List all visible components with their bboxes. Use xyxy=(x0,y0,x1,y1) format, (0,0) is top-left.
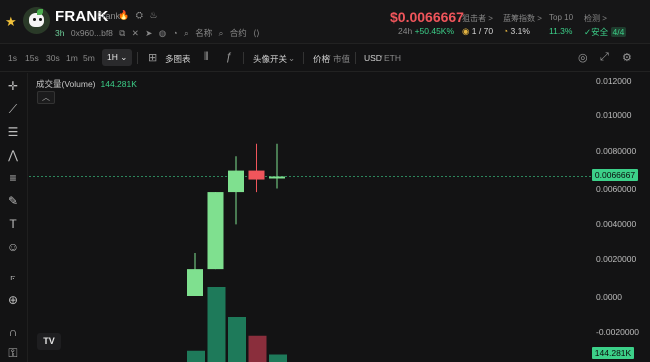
stat-top10-label: Top 10 xyxy=(549,13,574,22)
change-period: 24h xyxy=(398,26,413,36)
volume-bar xyxy=(207,287,226,362)
volume-bar xyxy=(228,317,246,362)
zoom-in-icon[interactable]: ⊕ xyxy=(4,291,22,309)
stat-bluechip-value: ◔ 3.1% xyxy=(503,26,530,36)
drawing-toolbar: ✛ ⟋ ☰ ⋀ ≡ ✎ T ☺ ⟔ ⊕ ∩ ⚿ xyxy=(0,73,28,362)
candle-body xyxy=(269,176,285,179)
search-name-link[interactable]: 名称 xyxy=(195,28,212,38)
multi-chart-button[interactable]: 多图表 xyxy=(165,53,191,65)
headlines-toggle[interactable]: 头像开关 xyxy=(253,53,287,65)
stat-bluechip-label[interactable]: 蓝筹指数 > xyxy=(503,13,542,24)
indicator-icon[interactable]: ⫴ xyxy=(204,51,209,64)
volume-bar xyxy=(248,335,267,362)
change-value: +50.45K% xyxy=(414,26,455,36)
globe-icon[interactable]: ◍ xyxy=(159,28,166,38)
token-avatar xyxy=(23,7,50,34)
y-tick: 0.0080000 xyxy=(596,146,637,156)
stat-audit-value: ✓安全 4/4 xyxy=(584,27,627,37)
y-tick: 0.0020000 xyxy=(596,254,637,264)
interval-1h-selected[interactable]: 1H ⌄ xyxy=(102,49,133,66)
stat-snipers-value: ◉ 1 / 70 xyxy=(462,26,494,36)
copy-icon[interactable]: ⧉ xyxy=(119,28,125,38)
token-age: 3h xyxy=(55,28,65,38)
candle-body xyxy=(228,170,244,193)
y-tick: 0.012000 xyxy=(596,76,632,86)
favorite-star-icon[interactable]: ★ xyxy=(5,14,17,30)
multi-chart-icon[interactable]: ⊞ xyxy=(148,51,157,64)
interval-15s[interactable]: 15s xyxy=(25,53,39,63)
stat-top10-value: 11.3% xyxy=(549,26,573,36)
trendline-icon[interactable]: ⟋ xyxy=(4,100,22,118)
mcap-toggle[interactable]: 市值 xyxy=(333,53,350,65)
y-tick: 0.010000 xyxy=(596,110,632,120)
horizontal-lines-icon[interactable]: ☰ xyxy=(4,123,22,141)
y-tick: 0.0060000 xyxy=(596,184,637,194)
magnet-icon[interactable]: ∩ xyxy=(4,323,22,341)
y-tick: 0.0040000 xyxy=(596,219,637,229)
lock-icon[interactable]: ⚿ xyxy=(4,344,22,362)
token-flags-icons: 🔥 ⛭ ♨ xyxy=(118,10,160,20)
brush-icon[interactable]: ✎ xyxy=(4,192,22,210)
contract-icon: ⌕ xyxy=(218,28,224,38)
volume-indicator-label: 成交量(Volume) 144.281K xyxy=(36,79,137,89)
fib-icon[interactable]: ≡ xyxy=(4,169,22,187)
fullscreen-icon[interactable]: ⤢ xyxy=(600,51,609,64)
price-chart[interactable] xyxy=(29,73,650,362)
volume-bar xyxy=(187,350,205,362)
share-icon[interactable]: ⟨⟩ xyxy=(253,28,260,38)
camera-icon[interactable]: ◎ xyxy=(578,51,588,64)
y-tick: -0.0020000 xyxy=(596,327,640,337)
volume-bar xyxy=(269,354,287,362)
interval-5m[interactable]: 5m xyxy=(83,53,95,63)
explorer-icon[interactable]: ◔ xyxy=(173,28,178,38)
eth-toggle[interactable]: ETH xyxy=(384,53,401,63)
token-name: Frank xyxy=(97,11,121,21)
crosshair-icon[interactable]: ✛ xyxy=(4,77,22,95)
tradingview-logo[interactable]: TV xyxy=(37,333,61,350)
y-tick: 0.0000 xyxy=(596,292,622,302)
current-price-tag: 0.0066667 xyxy=(592,169,638,181)
search-icon[interactable]: ⌕ xyxy=(184,28,189,38)
interval-1s[interactable]: 1s xyxy=(8,53,17,63)
candle-body xyxy=(207,192,224,270)
interval-30s[interactable]: 30s xyxy=(46,53,60,63)
search-contract-link[interactable]: 合约 xyxy=(230,28,247,38)
volume-tag: 144.281K xyxy=(592,347,634,359)
token-address[interactable]: 0x960...bf8 xyxy=(71,28,113,38)
telegram-icon[interactable]: ➤ xyxy=(145,28,152,38)
stat-audit-label[interactable]: 检测 > xyxy=(584,13,607,24)
chart-toolbar: 1s 15s 30s 1m 5m 1H ⌄ ⊞ 多图表 ⫴ ƒ 头像开关 ⌄ 价… xyxy=(0,45,650,72)
token-header: ★ FRANK Frank 🔥 ⛭ ♨ 3h 0x960...bf8 ⧉ ✕ ➤… xyxy=(0,0,650,44)
candle-body xyxy=(248,170,265,180)
ruler-icon[interactable]: ⟔ xyxy=(4,267,22,285)
emoji-icon[interactable]: ☺ xyxy=(4,238,22,256)
x-icon[interactable]: ✕ xyxy=(132,28,139,38)
candle-body xyxy=(187,269,203,296)
text-tool-icon[interactable]: T xyxy=(4,215,22,233)
chevron-down-icon[interactable]: ⌄ xyxy=(288,53,295,64)
pattern-icon[interactable]: ⋀ xyxy=(4,146,22,164)
current-price: $0.0066667 xyxy=(390,9,464,25)
interval-1m[interactable]: 1m xyxy=(66,53,78,63)
stat-snipers-label[interactable]: 狙击者 > xyxy=(462,13,493,24)
price-change: 24h +50.45K% xyxy=(398,26,454,36)
token-meta: 3h 0x960...bf8 ⧉ ✕ ➤ ◍ ◔ ⌕ 名称 ⌕ 合约 ⟨⟩ xyxy=(55,27,264,39)
collapse-indicator-button[interactable]: ︿ xyxy=(37,91,55,104)
function-icon[interactable]: ƒ xyxy=(226,51,232,63)
settings-gear-icon[interactable]: ⚙ xyxy=(622,51,632,64)
